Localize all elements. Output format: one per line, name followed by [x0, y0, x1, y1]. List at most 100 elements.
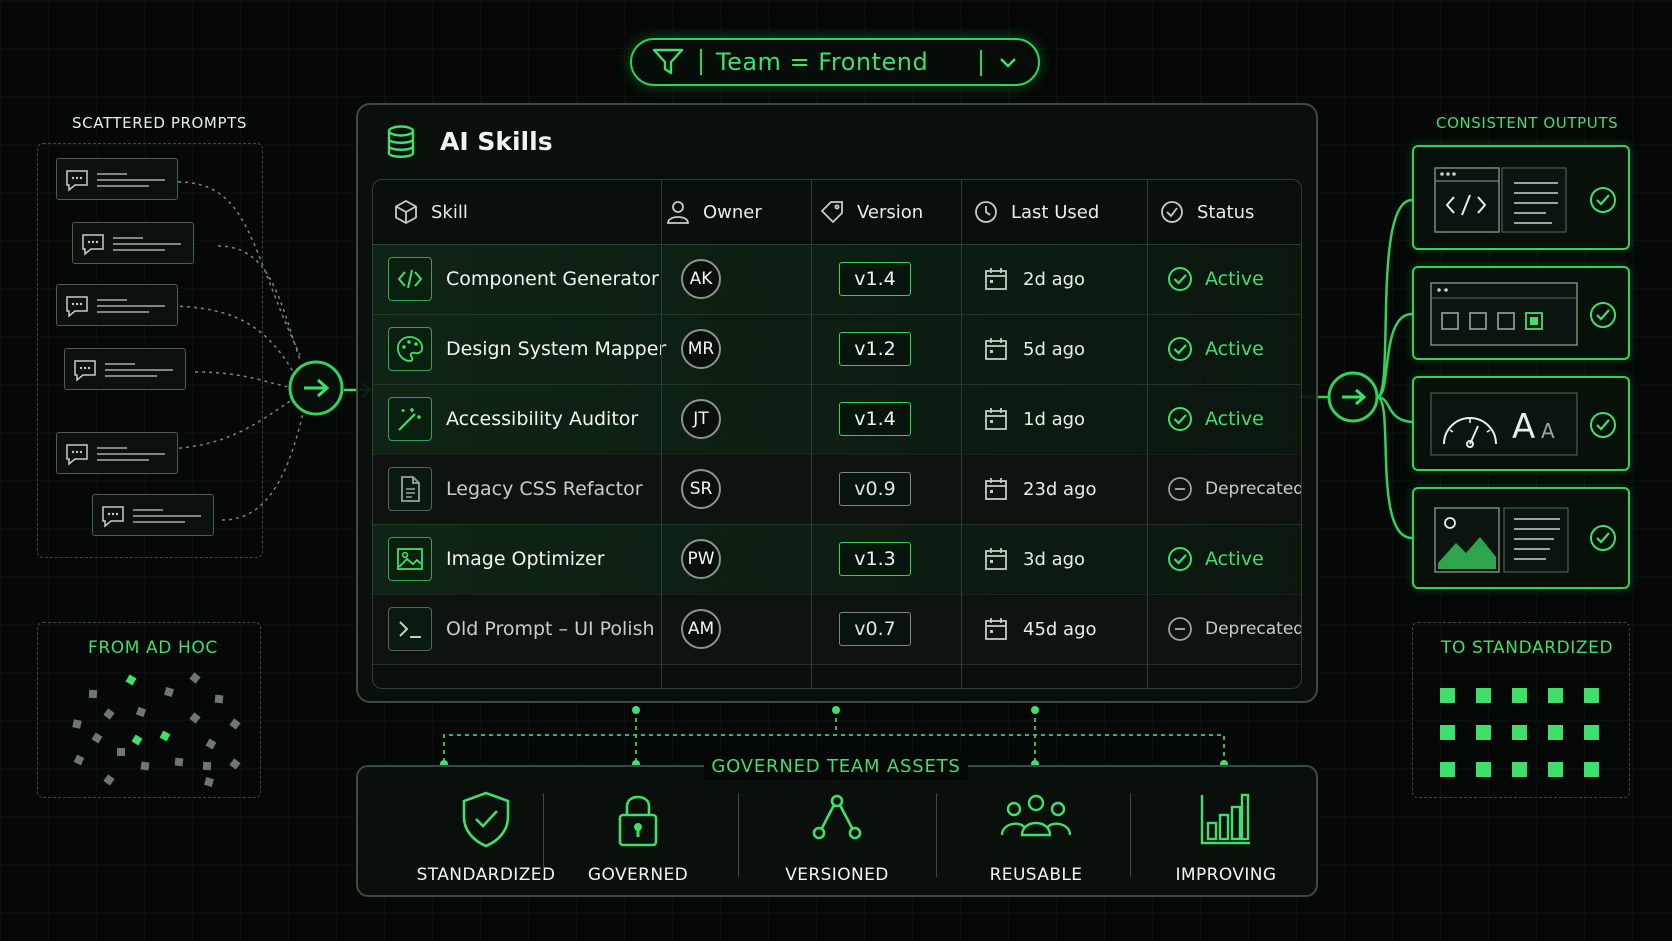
status-badge: Deprecated	[1205, 479, 1302, 499]
prompt-card	[92, 494, 214, 536]
column-owner[interactable]: Owner	[665, 180, 762, 244]
skill-name[interactable]: Legacy CSS Refactor	[446, 478, 643, 500]
owner-avatar[interactable]: PW	[681, 539, 721, 579]
team-filter[interactable]: Team = Frontend	[630, 38, 1040, 86]
status-badge: Active	[1205, 268, 1264, 290]
user-icon	[667, 201, 689, 224]
version-badge: v0.7	[839, 612, 911, 646]
asset-divider	[1130, 793, 1131, 877]
check-circle-icon	[1168, 267, 1192, 291]
skill-name[interactable]: Image Optimizer	[446, 548, 605, 570]
governed-assets-panel: STANDARDIZED GOVERNED VERSIONED REUSABLE…	[356, 765, 1318, 897]
last-used-text: 5d ago	[1023, 338, 1086, 360]
magic-wand-icon	[388, 397, 432, 441]
calendar-icon	[985, 408, 1007, 430]
database-icon	[387, 125, 415, 158]
asset-divider	[738, 793, 739, 877]
asset-divider	[936, 793, 937, 877]
asset-label: IMPROVING	[1175, 865, 1277, 885]
column-last-used[interactable]: Last Used	[973, 180, 1099, 244]
tag-icon	[820, 201, 843, 224]
version-badge: v1.3	[839, 542, 911, 576]
column-last-used-label: Last Used	[1011, 201, 1100, 223]
asset-divider	[543, 793, 544, 877]
output-card-code[interactable]	[1412, 145, 1630, 250]
output-card-typography[interactable]: A A	[1412, 376, 1630, 471]
gauge-typography-icon: A A	[1430, 392, 1578, 456]
version-badge: v1.2	[839, 332, 911, 366]
table-row[interactable]: Legacy CSS Refactor SR v0.9 23d ago Deprecat…	[373, 454, 1302, 525]
ai-skills-panel: AI Skills Skill Owner Version Last Used …	[356, 103, 1318, 703]
column-skill[interactable]: Skill	[393, 180, 468, 244]
skill-name[interactable]: Old Prompt – UI Polish	[446, 618, 655, 640]
asset-versioned: VERSIONED	[747, 767, 927, 899]
table-row[interactable]: Old Prompt – UI Polish AM v0.7 45d ago Depre…	[373, 594, 1302, 665]
owner-avatar[interactable]: AK	[681, 259, 721, 299]
column-owner-label: Owner	[703, 201, 762, 223]
table-row[interactable]: Accessibility Auditor JT v1.4 1d ago Active	[373, 384, 1301, 455]
calendar-icon	[985, 548, 1007, 570]
owner-avatar[interactable]: AM	[681, 609, 721, 649]
asset-label: REUSABLE	[989, 865, 1083, 885]
shield-check-icon	[462, 791, 510, 848]
check-circle-icon	[1168, 407, 1192, 431]
table-row[interactable]: Design System Mapper MR v1.2 5d ago Active	[373, 314, 1301, 385]
branch-icon	[812, 794, 862, 840]
filter-icon	[652, 48, 684, 75]
svg-text:A: A	[1512, 407, 1535, 447]
chat-bubble-icon	[102, 506, 201, 528]
last-used-text: 45d ago	[1023, 618, 1097, 640]
owner-avatar[interactable]: JT	[681, 399, 721, 439]
code-icon	[388, 257, 432, 301]
last-used-text: 2d ago	[1023, 268, 1086, 290]
image-layout-icon	[1434, 507, 1569, 573]
check-circle-icon	[1590, 525, 1616, 551]
skill-name[interactable]: Accessibility Auditor	[446, 408, 638, 430]
chat-bubble-icon	[82, 234, 181, 256]
column-divider	[961, 180, 962, 688]
lock-icon	[618, 795, 658, 847]
column-version[interactable]: Version	[819, 180, 923, 244]
prompt-card	[56, 284, 178, 326]
column-divider	[1147, 180, 1148, 688]
check-circle-icon	[1590, 302, 1616, 328]
skill-name[interactable]: Component Generator	[446, 268, 659, 290]
version-badge: v0.9	[839, 472, 911, 506]
column-divider	[811, 180, 812, 688]
scattered-prompts-label: SCATTERED PROMPTS	[72, 114, 247, 132]
chat-bubble-icon	[66, 296, 165, 318]
filter-separator	[700, 49, 702, 75]
check-circle-icon	[1168, 337, 1192, 361]
calendar-icon	[985, 338, 1007, 360]
skill-name[interactable]: Design System Mapper	[446, 338, 666, 360]
column-divider	[661, 180, 662, 688]
asset-label: GOVERNED	[587, 865, 689, 885]
output-card-form[interactable]	[1412, 266, 1630, 360]
chat-bubble-icon	[66, 170, 165, 192]
version-badge: v1.4	[839, 262, 911, 296]
filter-divider	[980, 50, 982, 76]
version-badge: v1.4	[839, 402, 911, 436]
output-card-image[interactable]	[1412, 487, 1630, 589]
owner-avatar[interactable]: SR	[681, 469, 721, 509]
status-badge: Active	[1205, 408, 1264, 430]
document-icon	[388, 467, 432, 511]
minus-circle-icon	[1168, 617, 1192, 641]
code-window-icon	[1434, 167, 1567, 233]
last-used-text: 3d ago	[1023, 548, 1086, 570]
palette-icon	[388, 327, 432, 371]
column-status[interactable]: Status	[1159, 180, 1254, 244]
asset-label: VERSIONED	[785, 865, 889, 885]
scattered-dots	[72, 672, 241, 787]
check-circle-icon	[1168, 547, 1192, 571]
column-skill-label: Skill	[431, 201, 468, 223]
status-badge: Deprecated	[1205, 619, 1302, 639]
calendar-icon	[985, 478, 1007, 500]
table-row[interactable]: Image Optimizer PW v1.3 3d ago Active	[373, 524, 1301, 595]
owner-avatar[interactable]: MR	[681, 329, 721, 369]
chevron-down-icon[interactable]	[998, 56, 1018, 70]
table-row[interactable]: Component Generator AK v1.4 2d ago Active	[373, 244, 1301, 315]
prompt-card	[56, 432, 178, 474]
column-version-label: Version	[857, 201, 924, 223]
filter-text: Team = Frontend	[716, 48, 929, 76]
